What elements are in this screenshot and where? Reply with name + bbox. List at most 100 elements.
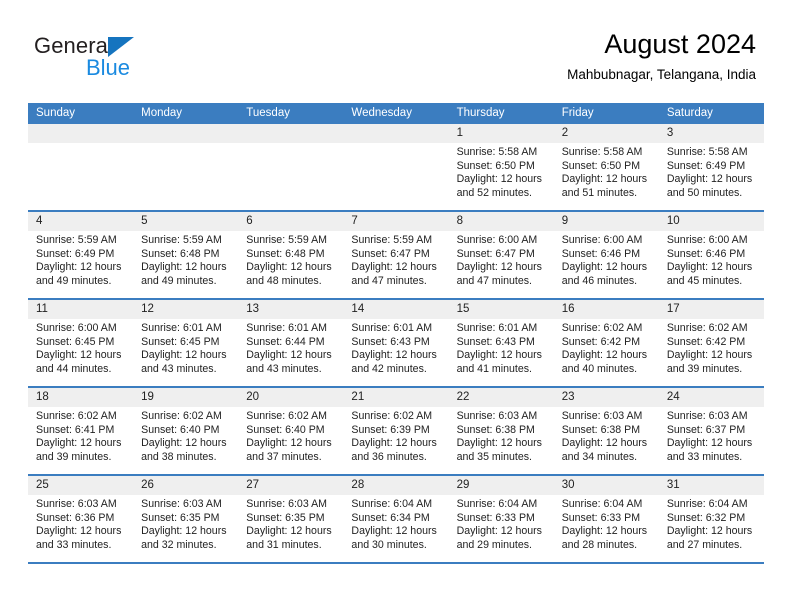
sunset-text: Sunset: 6:49 PM [666,159,746,172]
sunrise-text: Sunrise: 6:03 AM [246,498,327,510]
calendar-day-cell[interactable]: 26 Sunrise: 6:03 AM Sunset: 6:35 PM Dayligh… [133,476,239,562]
calendar-day-cell[interactable]: 3 Sunrise: 5:58 AM Sunset: 6:49 PM Daylight… [658,124,764,210]
calendar-day-cell[interactable]: 20 Sunrise: 6:02 AM Sunset: 6:40 PM Dayligh… [238,388,344,474]
calendar-day-cell[interactable]: 22 Sunrise: 6:03 AM Sunset: 6:38 PM Dayligh… [448,388,554,474]
daylight-text-line2: and 38 minutes. [141,450,217,463]
day-number: 26 [133,476,239,495]
day-of-week-header-tuesday: Tuesday [246,107,290,119]
day-of-week-header-monday: Monday [141,107,183,119]
day-details: Sunrise: 6:03 AM Sunset: 6:36 PM Daylight:… [28,495,133,552]
daylight-text-line1: Daylight: 12 hours [351,437,437,450]
day-details: Sunrise: 6:03 AM Sunset: 6:38 PM Daylight:… [449,407,554,464]
day-number: 14 [343,300,449,319]
day-details: Sunrise: 6:00 AM Sunset: 6:46 PM Daylight:… [659,231,764,288]
day-number: 13 [238,300,344,319]
day-number: 8 [448,212,554,231]
day-number: 31 [658,476,764,495]
sunrise-text: Sunrise: 5:58 AM [666,146,748,158]
day-details: Sunrise: 6:03 AM Sunset: 6:35 PM Daylight:… [133,495,238,552]
day-number [238,124,344,143]
day-number: 20 [238,388,344,407]
sunrise-text: Sunrise: 6:03 AM [561,410,643,422]
calendar-day-cell[interactable]: 29 Sunrise: 6:04 AM Sunset: 6:33 PM Dayligh… [448,476,554,562]
calendar-day-cell[interactable]: 18 Sunrise: 6:02 AM Sunset: 6:41 PM Dayligh… [28,388,134,474]
daylight-text-line1: Daylight: 12 hours [561,173,648,186]
sunset-text: Sunset: 6:47 PM [456,247,535,260]
calendar-week-row: 1 Sunrise: 5:58 AM Sunset: 6:50 PM Daylight… [28,124,764,212]
daylight-text-line1: Daylight: 12 hours [141,261,227,274]
sunset-text: Sunset: 6:37 PM [666,423,746,436]
daylight-text-line1: Daylight: 12 hours [456,525,542,538]
day-details: Sunrise: 6:02 AM Sunset: 6:39 PM Daylight:… [343,407,448,464]
daylight-text-line1: Daylight: 12 hours [666,261,753,274]
page-title: August 2024 [604,29,756,59]
day-number: 25 [28,476,134,495]
logo-triangle-icon [108,37,134,57]
sunrise-text: Sunrise: 6:04 AM [561,498,643,510]
day-details: Sunrise: 5:58 AM Sunset: 6:50 PM Daylight:… [554,143,659,200]
calendar-grid: Sunday Monday Tuesday Wednesday Thursday Frid… [28,103,764,564]
calendar-day-cell[interactable]: 28 Sunrise: 6:04 AM Sunset: 6:34 PM Dayligh… [343,476,449,562]
day-of-week-header-saturday: Saturday [666,107,713,119]
daylight-text-line2: and 36 minutes. [351,450,427,463]
sunset-text: Sunset: 6:47 PM [351,247,430,260]
daylight-text-line2: and 47 minutes. [351,274,427,287]
calendar-day-cell[interactable]: 1 Sunrise: 5:58 AM Sunset: 6:50 PM Daylight… [448,124,554,210]
general-blue-logo[interactable]: General Blue [34,34,204,80]
calendar-day-cell[interactable]: 31 Sunrise: 6:04 AM Sunset: 6:32 PM Dayligh… [658,476,764,562]
calendar-day-cell[interactable]: 2 Sunrise: 5:58 AM Sunset: 6:50 PM Daylight… [553,124,659,210]
day-number: 10 [658,212,764,231]
calendar-day-cell[interactable]: 5 Sunrise: 5:59 AM Sunset: 6:48 PM Daylight… [133,212,239,298]
daylight-text-line2: and 40 minutes. [561,362,638,375]
calendar-week-row: 4 Sunrise: 5:59 AM Sunset: 6:49 PM Daylight… [28,212,764,300]
day-details: Sunrise: 6:00 AM Sunset: 6:45 PM Daylight:… [28,319,133,376]
calendar-day-cell[interactable]: 6 Sunrise: 5:59 AM Sunset: 6:48 PM Daylight… [238,212,344,298]
calendar-day-cell[interactable]: 7 Sunrise: 5:59 AM Sunset: 6:47 PM Daylight… [343,212,449,298]
calendar-day-cell[interactable]: 21 Sunrise: 6:02 AM Sunset: 6:39 PM Dayligh… [343,388,449,474]
calendar-day-cell[interactable]: 27 Sunrise: 6:03 AM Sunset: 6:35 PM Dayligh… [238,476,344,562]
calendar-day-cell[interactable]: 19 Sunrise: 6:02 AM Sunset: 6:40 PM Dayligh… [133,388,239,474]
calendar-day-cell[interactable]: 30 Sunrise: 6:04 AM Sunset: 6:33 PM Dayligh… [553,476,659,562]
sunrise-text: Sunrise: 6:03 AM [456,410,538,422]
daylight-text-line1: Daylight: 12 hours [246,261,332,274]
day-number: 24 [658,388,764,407]
day-number: 27 [238,476,344,495]
calendar-day-cell[interactable]: 10 Sunrise: 6:00 AM Sunset: 6:46 PM Dayligh… [658,212,764,298]
daylight-text-line2: and 52 minutes. [456,186,532,199]
sunrise-text: Sunrise: 6:04 AM [456,498,538,510]
calendar-day-cell[interactable]: 14 Sunrise: 6:01 AM Sunset: 6:43 PM Dayligh… [343,300,449,386]
daylight-text-line2: and 27 minutes. [666,538,743,551]
sunrise-text: Sunrise: 5:59 AM [351,234,433,246]
daylight-text-line1: Daylight: 12 hours [561,525,648,538]
calendar-day-cell[interactable]: 15 Sunrise: 6:01 AM Sunset: 6:43 PM Dayligh… [448,300,554,386]
calendar-day-cell[interactable]: 12 Sunrise: 6:01 AM Sunset: 6:45 PM Dayligh… [133,300,239,386]
sunset-text: Sunset: 6:43 PM [351,335,430,348]
calendar-day-cell[interactable]: 11 Sunrise: 6:00 AM Sunset: 6:45 PM Dayligh… [28,300,134,386]
daylight-text-line2: and 32 minutes. [141,538,217,551]
calendar-day-cell[interactable]: 25 Sunrise: 6:03 AM Sunset: 6:36 PM Dayligh… [28,476,134,562]
sunrise-text: Sunrise: 5:59 AM [36,234,117,246]
calendar-day-cell-empty [133,124,239,210]
day-details: Sunrise: 5:58 AM Sunset: 6:49 PM Daylight:… [659,143,764,200]
sunrise-text: Sunrise: 5:58 AM [456,146,538,158]
daylight-text-line2: and 48 minutes. [246,274,322,287]
calendar-day-cell[interactable]: 17 Sunrise: 6:02 AM Sunset: 6:42 PM Dayligh… [658,300,764,386]
sunset-text: Sunset: 6:33 PM [561,511,641,524]
calendar-day-cell[interactable]: 16 Sunrise: 6:02 AM Sunset: 6:42 PM Dayligh… [553,300,659,386]
day-details: Sunrise: 6:00 AM Sunset: 6:47 PM Daylight:… [449,231,554,288]
daylight-text-line2: and 46 minutes. [561,274,638,287]
sunrise-text: Sunrise: 5:59 AM [141,234,222,246]
day-number [28,124,134,143]
calendar-day-cell[interactable]: 24 Sunrise: 6:03 AM Sunset: 6:37 PM Dayligh… [658,388,764,474]
day-number: 29 [448,476,554,495]
calendar-day-cell[interactable]: 8 Sunrise: 6:00 AM Sunset: 6:47 PM Daylight… [448,212,554,298]
calendar-day-cell[interactable]: 4 Sunrise: 5:59 AM Sunset: 6:49 PM Daylight… [28,212,134,298]
calendar-day-cell[interactable]: 9 Sunrise: 6:00 AM Sunset: 6:46 PM Daylight… [553,212,659,298]
calendar-day-cell[interactable]: 13 Sunrise: 6:01 AM Sunset: 6:44 PM Dayligh… [238,300,344,386]
daylight-text-line2: and 43 minutes. [141,362,217,375]
sunrise-text: Sunrise: 6:03 AM [666,410,748,422]
day-number: 22 [448,388,554,407]
calendar-day-cell[interactable]: 23 Sunrise: 6:03 AM Sunset: 6:38 PM Dayligh… [553,388,659,474]
day-details: Sunrise: 6:03 AM Sunset: 6:35 PM Daylight:… [238,495,343,552]
daylight-text-line1: Daylight: 12 hours [246,525,332,538]
